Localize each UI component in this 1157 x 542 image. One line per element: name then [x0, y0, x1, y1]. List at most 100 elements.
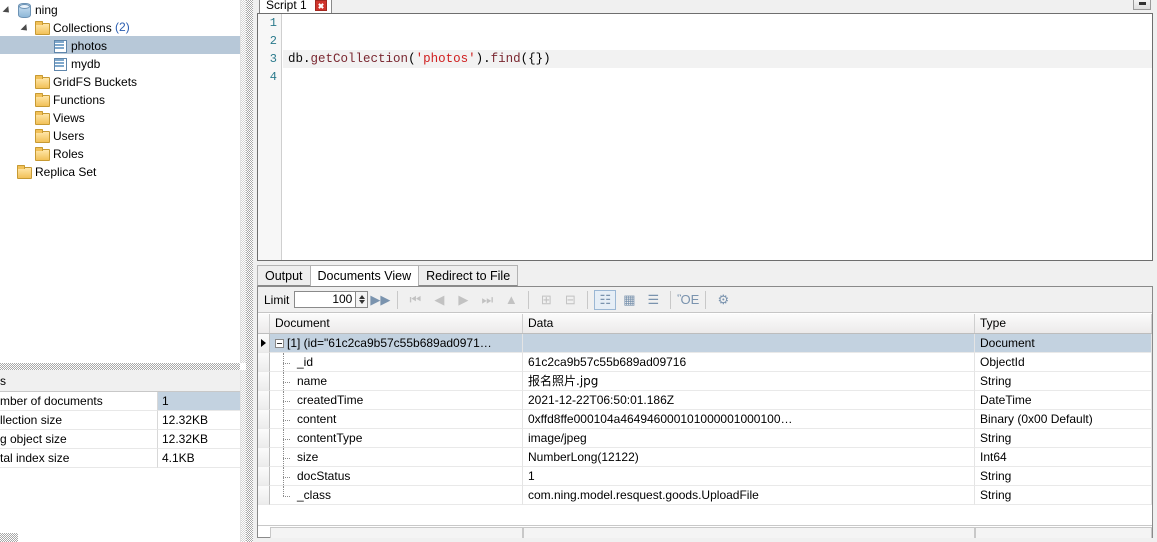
cell-data[interactable]	[523, 334, 975, 353]
cell-document[interactable]: content	[270, 410, 523, 429]
tree-item-ning[interactable]: ning	[0, 0, 252, 18]
tab-redirect-to-file[interactable]: Redirect to File	[418, 265, 519, 286]
code-token-fn: find	[490, 52, 521, 66]
row-header[interactable]	[258, 467, 270, 486]
cell-document[interactable]: contentType	[270, 429, 523, 448]
row-header[interactable]	[258, 486, 270, 505]
cell-data[interactable]: NumberLong(12122)	[523, 448, 975, 467]
cell-type[interactable]: DateTime	[975, 391, 1152, 410]
row-header[interactable]	[258, 372, 270, 391]
limit-increment-icon[interactable]	[359, 295, 366, 299]
sidebar-horizontal-splitter[interactable]	[0, 363, 240, 370]
table-row[interactable]: contentType image/jpeg String	[258, 429, 1152, 448]
editor-code-area[interactable]: db.getCollection('photos').find({})	[283, 14, 1152, 260]
limit-input[interactable]: 100	[294, 291, 357, 308]
table-row[interactable]: _class com.ning.model.resquest.goods.Uplo…	[258, 486, 1152, 505]
cell-data[interactable]: 1	[523, 467, 975, 486]
cell-data[interactable]: 0xffd8ffe000104a464946000101000001000100…	[523, 410, 975, 429]
documents-grid: Document Data Type [1] (id="61c2ca9b57c5…	[258, 314, 1152, 537]
tree-item-mydb[interactable]: mydb	[0, 54, 252, 72]
stats-row[interactable]: mber of documents 1	[0, 392, 252, 411]
export-icon[interactable]: ὋE	[677, 290, 699, 310]
cell-type[interactable]: String	[975, 467, 1152, 486]
cell-type[interactable]: String	[975, 372, 1152, 391]
cell-data[interactable]: com.ning.model.resquest.goods.UploadFile	[523, 486, 975, 505]
tree-item-functions[interactable]: Functions	[0, 90, 252, 108]
chevron-down-icon[interactable]	[4, 4, 15, 15]
first-page-icon-glyph: ⏮	[409, 291, 422, 307]
table-row[interactable]: [1] (id="61c2ca9b57c55b689ad0971… Documen…	[258, 334, 1152, 353]
cell-document[interactable]: size	[270, 448, 523, 467]
row-header[interactable]	[258, 429, 270, 448]
last-page-icon-glyph: ⏭	[481, 291, 494, 307]
table-row[interactable]: _id 61c2ca9b57c55b689ad09716 ObjectId	[258, 353, 1152, 372]
toolbar-separator	[670, 290, 672, 309]
chevron-down-icon[interactable]	[22, 22, 33, 33]
tree-item-replica-set[interactable]: Replica Set	[0, 162, 252, 180]
stats-row[interactable]: g object size 12.32KB	[0, 430, 252, 449]
cell-data[interactable]: image/jpeg	[523, 429, 975, 448]
tree-item-roles[interactable]: Roles	[0, 144, 252, 162]
table-row[interactable]: size NumberLong(12122) Int64	[258, 448, 1152, 467]
code-line[interactable]	[283, 14, 1152, 32]
tree-item-gridfs-buckets[interactable]: GridFS Buckets	[0, 72, 252, 90]
code-line[interactable]: db.getCollection('photos').find({})	[283, 50, 1152, 68]
run-next-batch-icon[interactable]: ▶▶	[369, 290, 391, 310]
row-header[interactable]	[258, 391, 270, 410]
table-row[interactable]: content 0xffd8ffe000104a46494600010100000…	[258, 410, 1152, 429]
cell-data[interactable]: 2021-12-22T06:50:01.186Z	[523, 391, 975, 410]
stats-row[interactable]: llection size 12.32KB	[0, 411, 252, 430]
row-header[interactable]	[258, 334, 270, 353]
row-header[interactable]	[258, 410, 270, 429]
cell-document[interactable]: docStatus	[270, 467, 523, 486]
tab-documents-view[interactable]: Documents View	[309, 265, 420, 287]
tab-list-button[interactable]	[1133, 0, 1151, 10]
json-view-icon-glyph: ☰	[647, 291, 660, 307]
close-icon[interactable]	[315, 0, 328, 12]
partial-cell-type	[975, 527, 1152, 538]
cell-type[interactable]: String	[975, 486, 1152, 505]
cell-type[interactable]: ObjectId	[975, 353, 1152, 372]
cell-type[interactable]: String	[975, 429, 1152, 448]
column-header-data[interactable]: Data	[523, 314, 975, 333]
collapse-node-icon[interactable]	[275, 339, 284, 349]
cell-type[interactable]: Binary (0x00 Default)	[975, 410, 1152, 429]
cell-document[interactable]: createdTime	[270, 391, 523, 410]
row-header[interactable]	[258, 448, 270, 467]
json-view-icon[interactable]: ☰	[642, 290, 664, 310]
cell-document[interactable]: _class	[270, 486, 523, 505]
cell-type[interactable]: Document	[975, 334, 1152, 353]
table-row[interactable]: docStatus 1 String	[258, 467, 1152, 486]
tree-connector	[275, 486, 297, 504]
cell-document[interactable]: [1] (id="61c2ca9b57c55b689ad0971…	[270, 334, 523, 353]
stats-resize-grip[interactable]	[0, 533, 18, 542]
tree-view-icon[interactable]: ☷	[594, 289, 617, 310]
tree-item-views[interactable]: Views	[0, 108, 252, 126]
stats-key: tal index size	[0, 449, 158, 468]
tree-item-users[interactable]: Users	[0, 126, 252, 144]
settings-gear-icon[interactable]: ⚙	[712, 290, 734, 310]
cell-data[interactable]: 报名照片.jpg	[523, 372, 975, 391]
database-tree: ning Collections (2) photos mydb GridFS Buck…	[0, 0, 252, 180]
limit-decrement-icon[interactable]	[359, 300, 366, 304]
tree-item-photos[interactable]: photos	[0, 36, 252, 54]
cell-document[interactable]: _id	[270, 353, 523, 372]
cell-document[interactable]: name	[270, 372, 523, 391]
main-vertical-splitter[interactable]	[246, 0, 253, 542]
stats-row[interactable]: tal index size 4.1KB	[0, 449, 252, 468]
table-row[interactable]: name 报名照片.jpg String	[258, 372, 1152, 391]
row-header[interactable]	[258, 353, 270, 372]
tree-item-collections[interactable]: Collections (2)	[0, 18, 252, 36]
code-line[interactable]	[283, 68, 1152, 86]
limit-stepper[interactable]	[356, 291, 369, 308]
tab-script-1[interactable]: Script 1	[259, 0, 333, 14]
script-editor[interactable]: 1234 db.getCollection('photos').find({})	[257, 13, 1153, 261]
column-header-document[interactable]: Document	[270, 314, 523, 333]
table-row[interactable]: createdTime 2021-12-22T06:50:01.186Z DateT…	[258, 391, 1152, 410]
table-view-icon[interactable]: ▦	[618, 290, 640, 310]
code-line[interactable]	[283, 32, 1152, 50]
column-header-type[interactable]: Type	[975, 314, 1152, 333]
tab-output[interactable]: Output	[257, 265, 311, 286]
cell-data[interactable]: 61c2ca9b57c55b689ad09716	[523, 353, 975, 372]
cell-type[interactable]: Int64	[975, 448, 1152, 467]
